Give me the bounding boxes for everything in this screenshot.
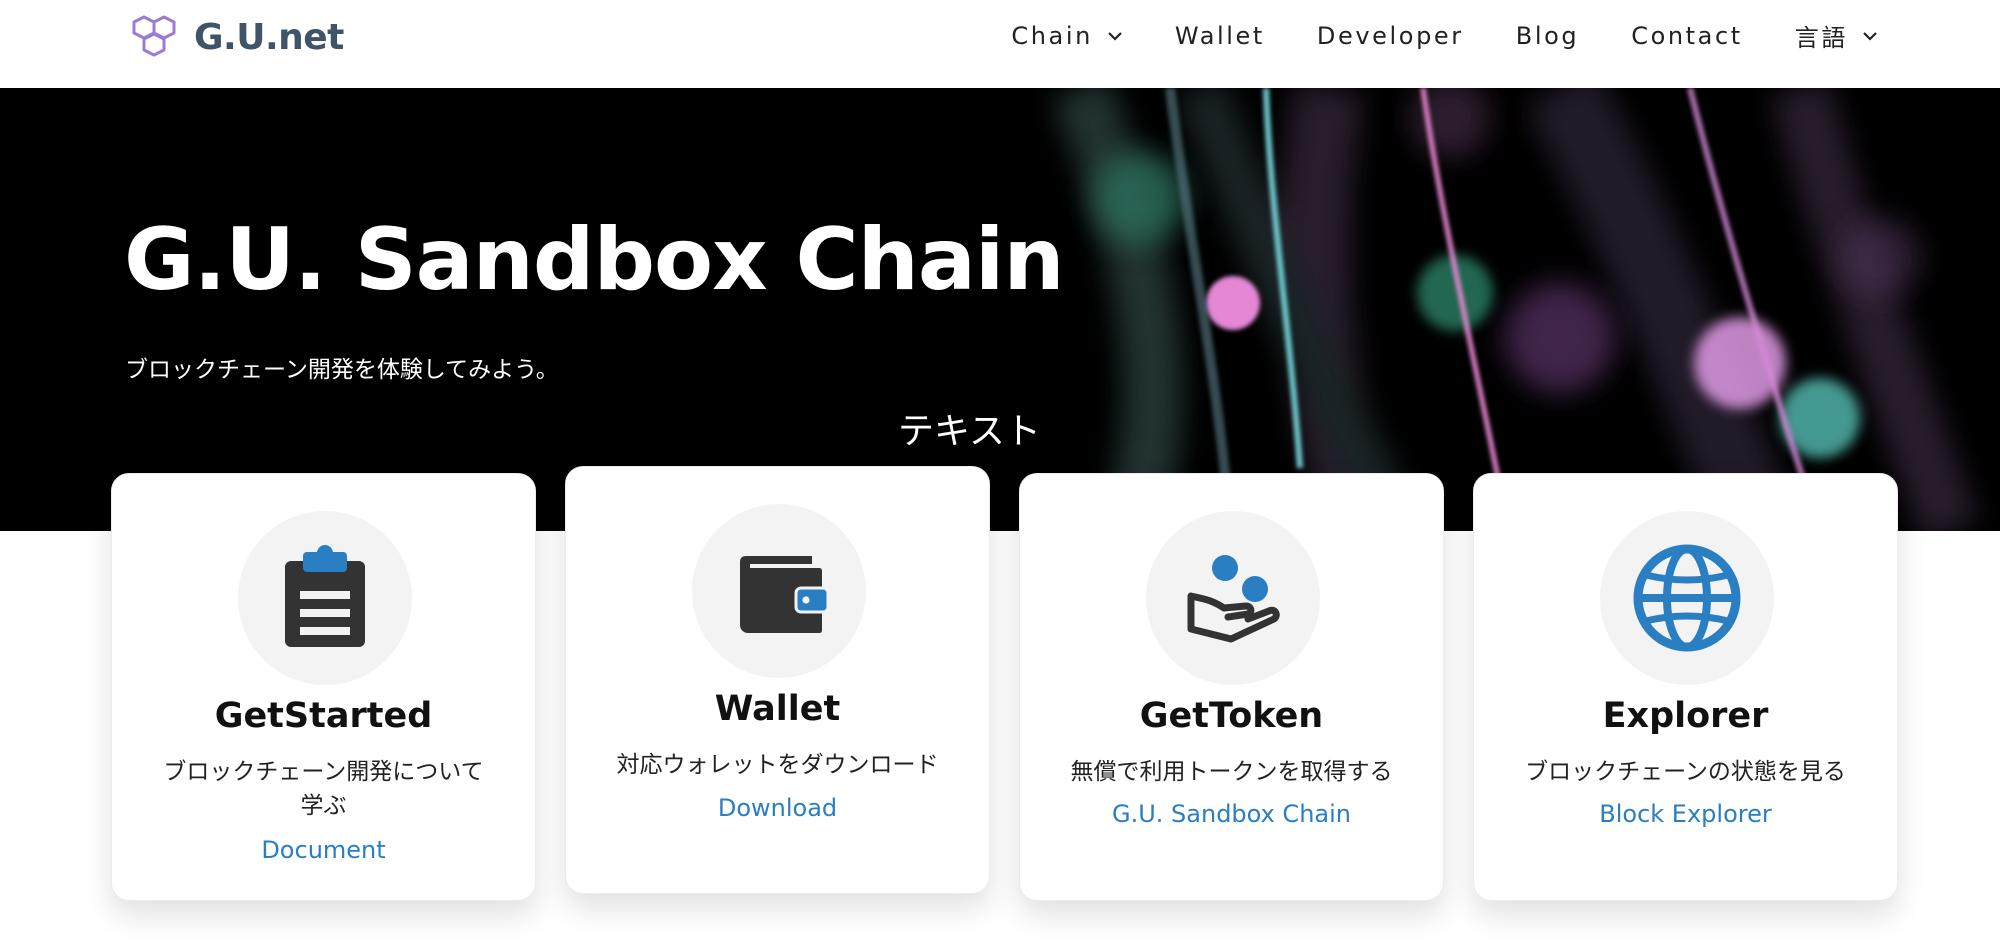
globe-icon [1633, 544, 1741, 652]
card-description: 無償で利用トークンを取得する [1070, 759, 1393, 785]
nav-item-label: Wallet [1174, 21, 1265, 50]
nav-item-label: Chain [1011, 21, 1093, 50]
download-link[interactable]: Download [566, 794, 989, 822]
nav-item-label: Contact [1631, 21, 1743, 50]
card-icon-circle [238, 511, 412, 685]
card-title: GetToken [1139, 696, 1324, 736]
nav-item-wallet[interactable]: Wallet [1175, 22, 1265, 50]
card-icon-circle [1600, 511, 1774, 685]
top-navigation: G.U.net Chain Wallet Developer Blog Cont… [0, 0, 2000, 88]
block-explorer-link[interactable]: Block Explorer [1474, 800, 1897, 828]
card-gettoken: GetToken 無償で利用トークンを取得する G.U. Sandbox Cha… [1019, 473, 1444, 901]
card-icon-circle [692, 504, 866, 678]
card-icon-circle [1146, 511, 1320, 685]
chevron-down-icon [1108, 31, 1122, 41]
card-description: ブロックチェーンの状態を見る [1525, 759, 1846, 785]
hexagon-logo-icon [132, 15, 176, 57]
nav-item-label: 言語 [1794, 24, 1848, 52]
card-title: GetStarted [214, 696, 433, 736]
card-explorer: Explorer ブロックチェーンの状態を見る Block Explorer [1473, 473, 1898, 901]
brand-name: G.U.net [194, 16, 344, 58]
nav-item-blog[interactable]: Blog [1516, 22, 1579, 50]
main-menu: Chain Wallet Developer Blog Contact 言語 [959, 18, 1878, 53]
hero-banner: G.U. Sandbox Chain ブロックチェーン開発を体験してみよう。 テ… [0, 88, 2000, 531]
nav-item-language[interactable]: 言語 [1795, 18, 1878, 53]
wallet-icon [740, 556, 830, 633]
brand-logo[interactable]: G.U.net [130, 12, 344, 62]
clipboard-icon [285, 545, 365, 647]
nav-item-developer[interactable]: Developer [1317, 22, 1464, 50]
card-getstarted: GetStarted ブロックチェーン開発について学ぶ Document [111, 473, 536, 901]
card-wallet: Wallet 対応ウォレットをダウンロード Download [565, 466, 990, 894]
chevron-down-icon [1863, 31, 1877, 41]
hero-title: G.U. Sandbox Chain [124, 210, 1065, 310]
nav-item-chain[interactable]: Chain [1011, 22, 1123, 50]
card-title: Wallet [714, 689, 841, 729]
hero-subtitle: ブロックチェーン開発を体験してみよう。 [125, 357, 559, 383]
nav-item-label: Blog [1515, 21, 1580, 50]
card-description: ブロックチェーン開発について学ぶ [163, 759, 484, 819]
hero-caption: テキスト [898, 411, 1041, 452]
sandbox-chain-link[interactable]: G.U. Sandbox Chain [1020, 800, 1443, 828]
nav-item-label: Developer [1316, 21, 1464, 50]
nav-item-contact[interactable]: Contact [1631, 22, 1743, 50]
card-title: Explorer [1602, 696, 1769, 736]
document-link[interactable]: Document [112, 836, 535, 864]
hand-coins-icon [1187, 555, 1280, 643]
card-description: 対応ウォレットをダウンロード [616, 752, 939, 778]
